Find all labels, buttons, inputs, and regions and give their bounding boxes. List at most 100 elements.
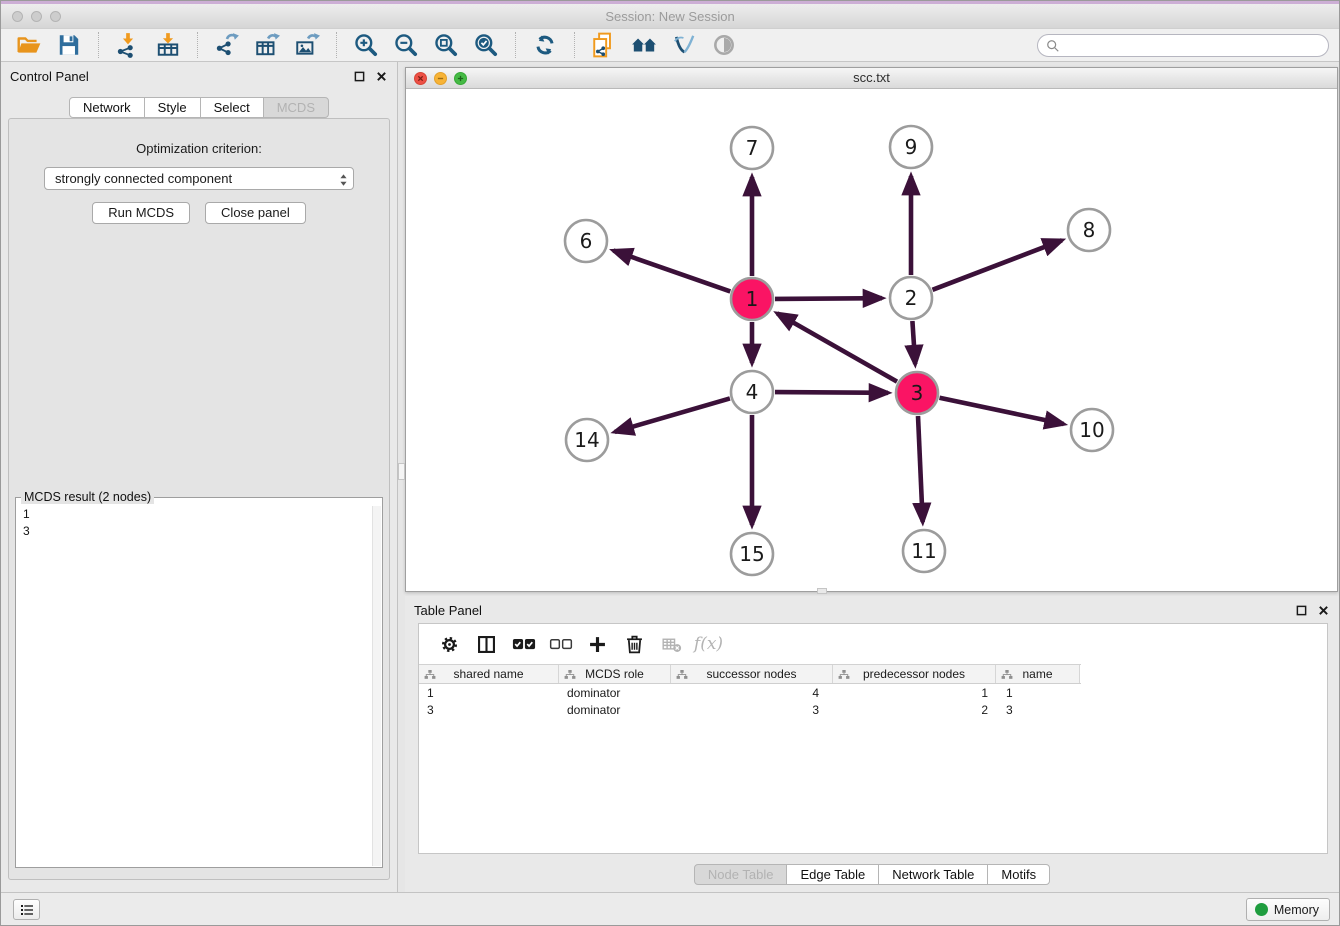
minimize-network-button[interactable] xyxy=(434,72,447,85)
search-icon xyxy=(1046,39,1060,53)
zoom-out-button[interactable] xyxy=(391,31,421,59)
graph-edge-3-1[interactable] xyxy=(777,313,897,381)
birds-eye-view-button[interactable] xyxy=(709,31,739,59)
float-table-panel-button[interactable] xyxy=(1295,604,1308,617)
zoom-window-button[interactable] xyxy=(50,11,61,22)
delete-columns-button[interactable] xyxy=(616,629,653,659)
first-neighbors-button[interactable] xyxy=(629,31,659,59)
svg-text:2: 2 xyxy=(905,286,918,310)
unselect-all-columns-button[interactable] xyxy=(542,629,579,659)
graph-edge-3-11[interactable] xyxy=(918,416,923,522)
close-panel-button[interactable] xyxy=(375,70,388,83)
graph-edge-4-14[interactable] xyxy=(615,398,730,432)
column-header-name[interactable]: name xyxy=(996,665,1080,683)
column-header-predecessor-nodes[interactable]: predecessor nodes xyxy=(833,665,996,683)
table-tab-motifs[interactable]: Motifs xyxy=(987,864,1050,885)
close-table-panel-button[interactable] xyxy=(1317,604,1330,617)
graph-node-1[interactable]: 1 xyxy=(731,278,773,320)
import-table-button[interactable] xyxy=(153,31,183,59)
memory-button[interactable]: Memory xyxy=(1246,898,1330,921)
graph-node-11[interactable]: 11 xyxy=(903,530,945,572)
export-image-button[interactable] xyxy=(292,31,322,59)
graph-edge-2-8[interactable] xyxy=(933,240,1062,289)
export-network-icon xyxy=(214,32,240,58)
table-cell[interactable]: 3 xyxy=(996,703,1080,717)
graph-node-6[interactable]: 6 xyxy=(565,220,607,262)
graph-edge-4-3[interactable] xyxy=(775,392,888,393)
close-panel-action-button[interactable]: Close panel xyxy=(205,202,306,224)
table-cell[interactable]: 4 xyxy=(671,686,833,700)
horizontal-splitter-handle[interactable] xyxy=(817,588,827,594)
open-session-button[interactable] xyxy=(14,31,44,59)
graph-node-8[interactable]: 8 xyxy=(1068,209,1110,251)
graph-edge-1-6[interactable] xyxy=(613,251,730,292)
graph-node-7[interactable]: 7 xyxy=(731,127,773,169)
table-cell[interactable]: 2 xyxy=(833,703,996,717)
table-cell[interactable]: 3 xyxy=(419,703,559,717)
unselect-all-columns-icon xyxy=(549,637,573,652)
run-mcds-button[interactable]: Run MCDS xyxy=(92,202,190,224)
zoom-selected-button[interactable] xyxy=(471,31,501,59)
table-panel: Table Panel f(x) shared nameMCDS rolesuc… xyxy=(405,596,1339,894)
graph-edge-1-2[interactable] xyxy=(775,298,882,299)
float-panel-button[interactable] xyxy=(353,70,366,83)
search-input[interactable] xyxy=(1065,38,1320,53)
close-window-button[interactable] xyxy=(12,11,23,22)
table-cell[interactable]: dominator xyxy=(559,703,671,717)
graph-node-15[interactable]: 15 xyxy=(731,533,773,575)
tab-style[interactable]: Style xyxy=(144,97,201,118)
table-cell[interactable]: 1 xyxy=(419,686,559,700)
column-header-mcds-role[interactable]: MCDS role xyxy=(559,665,671,683)
tab-select[interactable]: Select xyxy=(200,97,264,118)
table-cell[interactable]: 1 xyxy=(996,686,1080,700)
network-canvas[interactable]: 7 9 6 8 1 2 4 3 14 10 15 11 xyxy=(406,89,1337,591)
column-header-shared-name[interactable]: shared name xyxy=(419,665,559,683)
close-network-button[interactable] xyxy=(414,72,427,85)
window-controls xyxy=(12,11,61,22)
zoom-fit-button[interactable] xyxy=(431,31,461,59)
tab-network[interactable]: Network xyxy=(69,97,145,118)
new-network-from-selection-button[interactable] xyxy=(589,31,619,59)
toggle-columns-button[interactable] xyxy=(468,629,505,659)
column-header-successor-nodes[interactable]: successor nodes xyxy=(671,665,833,683)
create-column-button[interactable] xyxy=(579,629,616,659)
graph-node-2[interactable]: 2 xyxy=(890,277,932,319)
export-table-button[interactable] xyxy=(252,31,282,59)
network-window-titlebar[interactable]: scc.txt xyxy=(406,68,1337,89)
graph-node-10[interactable]: 10 xyxy=(1071,409,1113,451)
svg-text:8: 8 xyxy=(1083,218,1096,242)
result-scrollbar[interactable] xyxy=(372,506,381,866)
import-network-button[interactable] xyxy=(113,31,143,59)
zoom-in-button[interactable] xyxy=(351,31,381,59)
graph-edge-3-10[interactable] xyxy=(940,398,1064,424)
graph-node-4[interactable]: 4 xyxy=(731,371,773,413)
graph-node-9[interactable]: 9 xyxy=(890,126,932,168)
vertical-splitter-handle[interactable] xyxy=(398,463,405,480)
maximize-network-button[interactable] xyxy=(454,72,467,85)
tab-mcds[interactable]: MCDS xyxy=(263,97,329,118)
table-tab-edge-table[interactable]: Edge Table xyxy=(786,864,879,885)
graph-node-3[interactable]: 3 xyxy=(896,372,938,414)
table-tab-node-table[interactable]: Node Table xyxy=(694,864,788,885)
graph-edge-2-3[interactable] xyxy=(912,321,915,364)
statusbar: Memory xyxy=(1,892,1339,925)
graph-node-14[interactable]: 14 xyxy=(566,419,608,461)
apply-visual-style-button[interactable] xyxy=(669,31,699,59)
table-row[interactable]: 1dominator411 xyxy=(419,684,1327,701)
table-row[interactable]: 3dominator323 xyxy=(419,701,1327,718)
table-cell[interactable]: 1 xyxy=(833,686,996,700)
table-cell[interactable]: dominator xyxy=(559,686,671,700)
table-settings-button[interactable] xyxy=(431,629,468,659)
refresh-view-button[interactable] xyxy=(530,31,560,59)
task-history-button[interactable] xyxy=(13,899,40,920)
save-session-button[interactable] xyxy=(54,31,84,59)
select-all-columns-button[interactable] xyxy=(505,629,542,659)
optimization-criterion-select[interactable]: strongly connected component xyxy=(44,167,354,190)
mcds-actions: Run MCDS Close panel xyxy=(9,202,389,224)
mcds-result-text[interactable]: 1 3 xyxy=(18,506,370,865)
minimize-window-button[interactable] xyxy=(31,11,42,22)
table-cell[interactable]: 3 xyxy=(671,703,833,717)
table-tab-network-table[interactable]: Network Table xyxy=(878,864,988,885)
refresh-view-icon xyxy=(532,32,558,58)
export-network-button[interactable] xyxy=(212,31,242,59)
